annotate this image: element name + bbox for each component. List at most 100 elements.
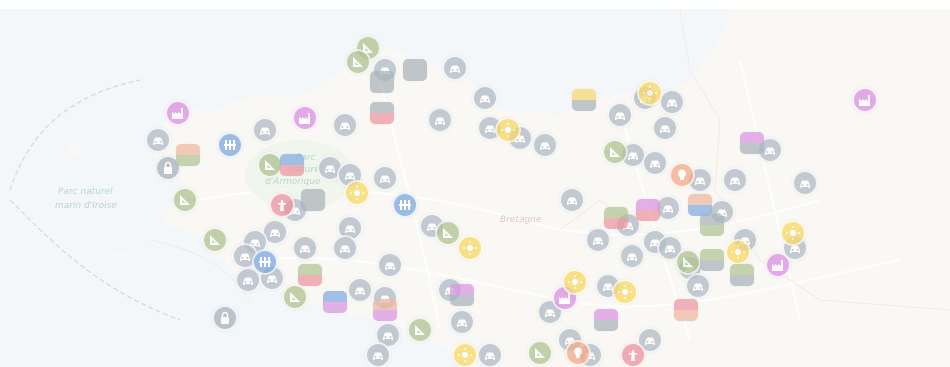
car-icon xyxy=(627,253,637,261)
flag-stripe xyxy=(700,249,724,260)
category-flag-marker[interactable] xyxy=(301,189,325,211)
map-view[interactable]: Parc naturel marin d'Iroise Parc naturel… xyxy=(0,0,950,367)
map-marker-car[interactable] xyxy=(377,252,403,278)
map-marker-sun[interactable] xyxy=(457,235,483,261)
map-marker-triangle[interactable] xyxy=(202,227,228,253)
flag-stripe xyxy=(594,320,618,331)
map-marker-triangle[interactable] xyxy=(407,317,433,343)
map-marker-car[interactable] xyxy=(619,243,645,269)
map-marker-tower[interactable] xyxy=(620,342,646,367)
set-square-icon xyxy=(610,147,620,157)
map-marker-triangle[interactable] xyxy=(345,49,371,75)
map-marker-car[interactable] xyxy=(532,132,558,158)
pillar-icon xyxy=(224,140,236,150)
car-icon xyxy=(615,112,625,120)
map-marker-pillar[interactable] xyxy=(392,192,418,218)
category-flag-marker[interactable] xyxy=(298,264,322,286)
map-marker-car[interactable] xyxy=(442,55,468,81)
factory-icon xyxy=(859,95,870,106)
map-marker-triangle[interactable] xyxy=(282,284,308,310)
map-marker-car[interactable] xyxy=(559,187,585,213)
category-flag-marker[interactable] xyxy=(323,291,347,313)
map-marker-bulb[interactable] xyxy=(565,340,591,366)
category-flag-marker[interactable] xyxy=(373,299,397,321)
map-marker-bulb[interactable] xyxy=(669,162,695,188)
flag-stripe xyxy=(572,100,596,111)
map-marker-factory[interactable] xyxy=(852,87,878,113)
category-flag-marker[interactable] xyxy=(176,144,200,166)
map-marker-car[interactable] xyxy=(252,117,278,143)
map-marker-car[interactable] xyxy=(292,235,318,261)
map-marker-triangle[interactable] xyxy=(675,249,701,275)
category-flag-marker[interactable] xyxy=(370,71,394,93)
marine-park-label-2: marin d'Iroise xyxy=(55,201,117,211)
flag-stripe xyxy=(688,194,712,205)
factory-icon xyxy=(172,108,183,119)
category-flag-marker[interactable] xyxy=(450,284,474,306)
sun-icon xyxy=(458,348,472,362)
car-icon xyxy=(345,225,355,233)
flag-stripe xyxy=(298,264,322,275)
map-marker-tower[interactable] xyxy=(269,192,295,218)
flag-stripe xyxy=(730,275,754,286)
map-marker-sun[interactable] xyxy=(495,117,521,143)
map-marker-car[interactable] xyxy=(449,309,475,335)
map-marker-sun[interactable] xyxy=(344,180,370,206)
category-flag-marker[interactable] xyxy=(403,59,427,81)
map-marker-lock[interactable] xyxy=(212,305,238,331)
flag-stripe xyxy=(370,113,394,124)
map-marker-triangle[interactable] xyxy=(172,187,198,213)
map-marker-car[interactable] xyxy=(332,235,358,261)
map-marker-car[interactable] xyxy=(472,85,498,111)
category-flag-marker[interactable] xyxy=(730,264,754,286)
car-icon xyxy=(243,277,253,285)
map-marker-car[interactable] xyxy=(652,115,678,141)
map-marker-sun[interactable] xyxy=(780,220,806,246)
map-marker-car[interactable] xyxy=(372,165,398,191)
map-marker-sun[interactable] xyxy=(612,279,638,305)
category-flag-marker[interactable] xyxy=(740,132,764,154)
category-flag-marker[interactable] xyxy=(674,299,698,321)
map-marker-car[interactable] xyxy=(585,227,611,253)
lock-icon xyxy=(221,311,229,324)
map-marker-sun[interactable] xyxy=(452,342,478,367)
map-marker-sun[interactable] xyxy=(637,80,663,106)
map-marker-factory[interactable] xyxy=(165,100,191,126)
map-marker-triangle[interactable] xyxy=(602,139,628,165)
category-flag-marker[interactable] xyxy=(688,194,712,216)
sun-icon xyxy=(731,245,745,259)
category-flag-marker[interactable] xyxy=(370,102,394,124)
category-flag-marker[interactable] xyxy=(594,309,618,331)
tower-icon xyxy=(278,200,286,211)
map-marker-car[interactable] xyxy=(642,150,668,176)
category-flag-marker[interactable] xyxy=(700,214,724,236)
category-flag-marker[interactable] xyxy=(280,154,304,176)
category-flag-marker[interactable] xyxy=(604,207,628,229)
map-marker-car[interactable] xyxy=(427,107,453,133)
category-flag-marker[interactable] xyxy=(636,199,660,221)
map-marker-sun[interactable] xyxy=(562,269,588,295)
map-marker-pillar[interactable] xyxy=(217,132,243,158)
flag-stripe xyxy=(298,275,322,286)
car-icon xyxy=(355,287,365,295)
map-marker-factory[interactable] xyxy=(292,105,318,131)
map-marker-triangle[interactable] xyxy=(527,340,553,366)
sun-icon xyxy=(568,275,582,289)
map-marker-car[interactable] xyxy=(685,273,711,299)
sun-icon xyxy=(501,123,515,137)
category-flag-marker[interactable] xyxy=(700,249,724,271)
map-marker-car[interactable] xyxy=(792,170,818,196)
map-marker-car[interactable] xyxy=(145,127,171,153)
car-icon xyxy=(650,160,660,168)
flag-stripe xyxy=(740,132,764,143)
map-marker-car[interactable] xyxy=(722,167,748,193)
map-marker-car[interactable] xyxy=(365,342,391,367)
map-marker-car[interactable] xyxy=(332,112,358,138)
map-marker-car[interactable] xyxy=(347,277,373,303)
map-marker-factory[interactable] xyxy=(765,252,791,278)
map-marker-car[interactable] xyxy=(607,102,633,128)
map-marker-car[interactable] xyxy=(477,342,503,367)
category-flag-marker[interactable] xyxy=(572,89,596,111)
map-marker-sun[interactable] xyxy=(725,239,751,265)
map-marker-pillar[interactable] xyxy=(252,249,278,275)
